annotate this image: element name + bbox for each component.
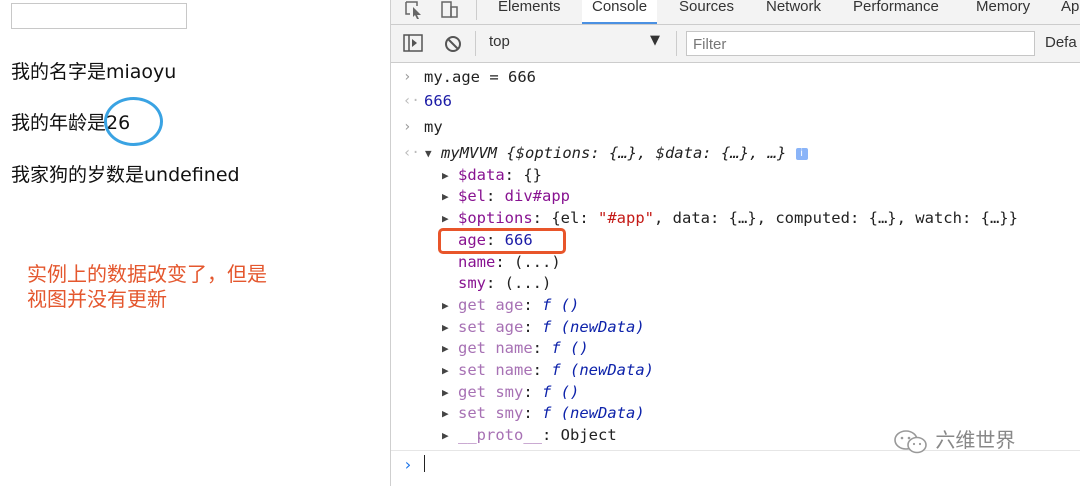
accessor-prop: name — [495, 361, 533, 379]
function-signature: f (newData) — [542, 404, 645, 422]
accessor-prop: age — [495, 318, 524, 336]
tab-memory[interactable]: Memory — [966, 0, 1040, 24]
name-text: 我的名字是miaoyu — [11, 61, 177, 83]
collapsed-triangle-icon[interactable]: ▶ — [442, 208, 449, 229]
collapsed-triangle-icon[interactable]: ▶ — [442, 295, 449, 316]
property-key: $el — [458, 187, 486, 205]
tab-performance[interactable]: Performance — [843, 0, 949, 24]
collapsed-triangle-icon[interactable]: ▶ — [442, 425, 449, 446]
accessor-kind: set — [458, 404, 486, 422]
dog-age-text: 我家狗的岁数是undefined — [11, 164, 240, 186]
accessor-prop: smy — [495, 404, 524, 422]
collapsed-triangle-icon[interactable]: ▶ — [442, 165, 449, 186]
accessor-kind: get — [458, 383, 486, 401]
command-text: my.age = 666 — [424, 68, 536, 86]
tab-elements[interactable]: Elements — [488, 0, 571, 24]
collapsed-triangle-icon[interactable]: ▶ — [442, 186, 449, 207]
context-selector[interactable]: top — [489, 33, 510, 50]
property-key: smy — [458, 274, 486, 292]
tab-application[interactable]: Ap — [1051, 0, 1080, 24]
watermark-text: 六维世界 — [935, 428, 1016, 452]
log-levels-dropdown[interactable]: Defa — [1045, 34, 1077, 51]
filter-input[interactable]: Filter — [686, 31, 1035, 56]
input-prompt-icon: › — [403, 455, 413, 474]
wechat-icon — [893, 428, 929, 453]
tab-console-label: Console — [592, 0, 648, 15]
function-signature: f (newData) — [551, 361, 654, 379]
collapsed-triangle-icon[interactable]: ▶ — [442, 382, 449, 403]
annotation-line-2: 视图并没有更新 — [27, 287, 167, 311]
property-value-prefix: {el: — [551, 209, 598, 227]
accessor-prop: name — [495, 339, 533, 357]
accessor-prop: smy — [495, 383, 524, 401]
accessor-kind: get — [458, 339, 486, 357]
property-value[interactable]: (...) — [514, 253, 561, 271]
screen: { "page": { "input_value": "", "name_lin… — [0, 0, 1080, 486]
watermark: 六维世界 — [893, 424, 1015, 455]
inspect-element-icon[interactable] — [403, 0, 425, 20]
property-value-string: "#app" — [598, 209, 654, 227]
function-signature: f (newData) — [542, 318, 645, 336]
highlight-box — [438, 228, 566, 254]
collapsed-triangle-icon[interactable]: ▶ — [442, 317, 449, 338]
property-key: name — [458, 253, 496, 271]
age-label: 我的年龄是 — [11, 112, 107, 134]
object-preview: {$options: {…}, $data: {…}, …} — [497, 144, 787, 162]
property-key: __proto__ — [458, 426, 542, 444]
tab-sources[interactable]: Sources — [669, 0, 744, 24]
info-icon[interactable]: i — [795, 147, 808, 160]
result-arrow-icon: ‹· — [403, 93, 420, 109]
toolbar-separator — [676, 31, 677, 56]
sidebar-toggle-icon[interactable] — [403, 34, 423, 56]
property-key: $options — [458, 209, 533, 227]
text-input[interactable] — [11, 3, 187, 29]
property-value: div#app — [504, 187, 570, 205]
annotation-line-1: 实例上的数据改变了，但是 — [27, 262, 267, 286]
function-signature: f () — [551, 339, 589, 357]
highlight-circle — [104, 97, 163, 146]
dropdown-caret-icon[interactable]: ▼ — [650, 33, 660, 48]
property-value[interactable]: (...) — [505, 274, 552, 292]
console-input-caret[interactable] — [424, 455, 425, 472]
property-key: $data — [458, 166, 505, 184]
accessor-prop: age — [495, 296, 524, 314]
collapsed-triangle-icon[interactable]: ▶ — [442, 360, 449, 381]
property-value: {} — [523, 166, 543, 184]
devtools-tab-bar: Elements Console Sources Network Perform… — [391, 0, 1080, 25]
collapsed-triangle-icon[interactable]: ▶ — [442, 403, 449, 424]
accessor-kind: get — [458, 296, 486, 314]
object-class-name: myMVVM — [441, 144, 497, 162]
command-text: my — [424, 118, 443, 136]
tab-separator — [476, 0, 477, 20]
toolbar-separator — [475, 31, 476, 56]
function-signature: f () — [542, 383, 580, 401]
function-signature: f () — [542, 296, 580, 314]
annotation-note: 实例上的数据改变了，但是 视图并没有更新 — [27, 262, 357, 312]
collapsed-triangle-icon[interactable]: ▶ — [442, 338, 449, 359]
device-toolbar-icon[interactable] — [439, 0, 461, 20]
result-value: 666 — [424, 92, 452, 110]
tab-console[interactable]: Console — [582, 0, 658, 24]
input-prompt-icon: › — [403, 69, 412, 85]
property-value-suffix: , data: {…}, computed: {…}, watch: {…}} — [654, 209, 1018, 227]
accessor-kind: set — [458, 318, 486, 336]
expanded-triangle-icon[interactable]: ▼ — [425, 143, 432, 164]
tab-network[interactable]: Network — [756, 0, 831, 24]
input-prompt-icon: › — [403, 119, 412, 135]
property-value: Object — [560, 426, 617, 444]
result-arrow-icon: ‹· — [403, 145, 420, 161]
accessor-kind: set — [458, 361, 486, 379]
clear-console-icon[interactable] — [444, 35, 462, 57]
